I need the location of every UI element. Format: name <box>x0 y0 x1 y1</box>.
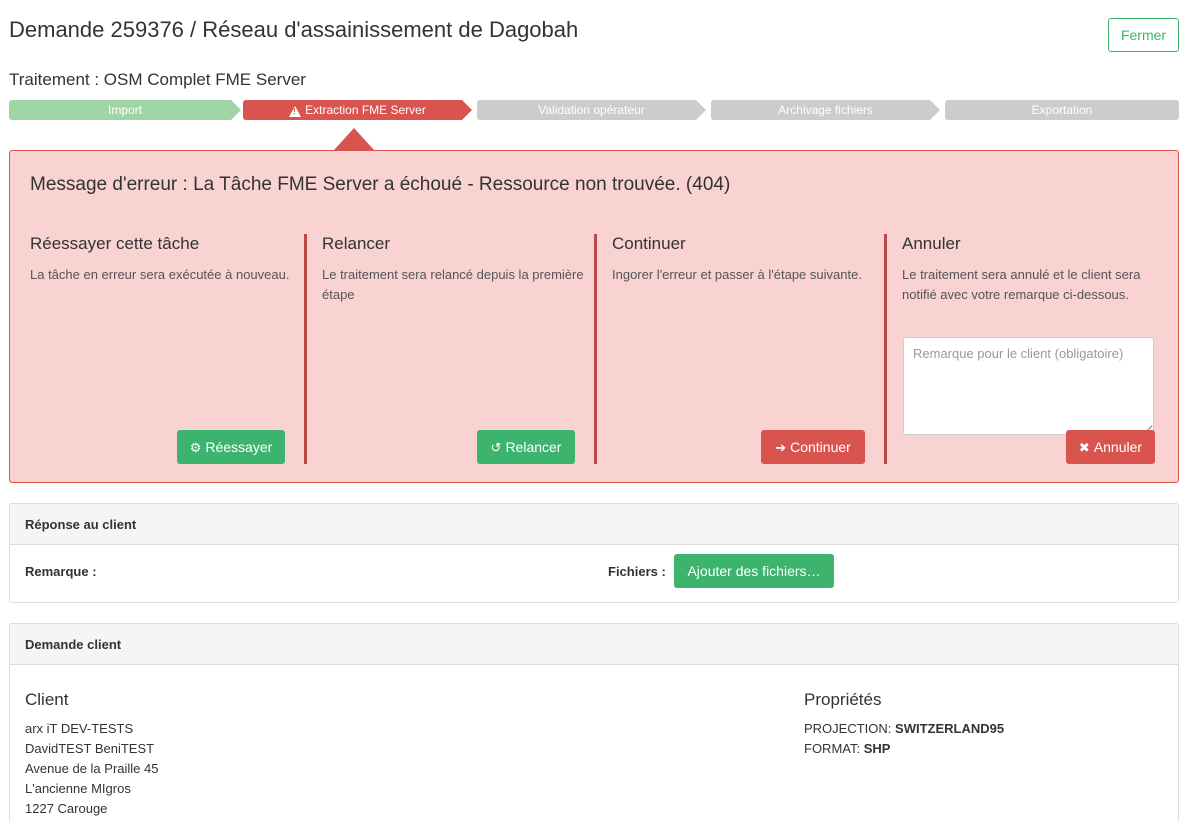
continue-button[interactable]: ➔ Continuer <box>761 430 865 464</box>
progress-steps: Import Extraction FME Server Validation … <box>9 100 1179 120</box>
current-step-pointer <box>334 128 374 150</box>
cancel-title: Annuler <box>902 234 961 253</box>
client-line: L'ancienne MIgros <box>25 781 131 796</box>
client-remark-input[interactable] <box>903 337 1154 435</box>
warning-icon <box>289 106 301 117</box>
property-projection: PROJECTION: SWITZERLAND95 <box>804 719 1004 739</box>
retry-button-label: Réessayer <box>205 439 273 455</box>
request-panel: Demande client Client arx iT DEV-TESTS D… <box>9 623 1179 821</box>
property-value: SWITZERLAND95 <box>895 721 1005 736</box>
divider <box>884 234 887 464</box>
cancel-button-label: Annuler <box>1093 439 1143 455</box>
divider <box>594 234 597 464</box>
step-label: Extraction FME Server <box>305 103 426 117</box>
cancel-button[interactable]: ✖ Annuler <box>1066 430 1155 464</box>
step-extraction: Extraction FME Server <box>243 100 472 120</box>
client-title: Client <box>25 690 69 709</box>
step-label: Archivage fichiers <box>778 103 873 117</box>
restart-button-label: Relancer <box>505 439 562 455</box>
continue-button-label: Continuer <box>790 439 851 455</box>
continue-description: Ingorer l'erreur et passer à l'étape sui… <box>612 267 862 282</box>
step-label: Import <box>107 103 142 117</box>
response-panel: Réponse au client Remarque : Fichiers : … <box>9 503 1179 603</box>
step-label: Validation opérateur <box>538 103 645 117</box>
divider <box>304 234 307 464</box>
step-import: Import <box>9 100 241 120</box>
files-label: Fichiers : <box>608 564 666 579</box>
response-heading: Réponse au client <box>10 504 1178 545</box>
property-key: FORMAT: <box>804 741 861 756</box>
property-value: SHP <box>863 741 891 756</box>
error-message: Message d'erreur : La Tâche FME Server a… <box>30 174 731 195</box>
restart-title: Relancer <box>322 234 391 253</box>
gear-icon: ⚙ <box>189 439 202 455</box>
arrow-right-icon: ➔ <box>775 439 787 455</box>
request-heading: Demande client <box>10 624 1178 665</box>
property-format: FORMAT: SHP <box>804 739 890 759</box>
step-archivage: Archivage fichiers <box>711 100 940 120</box>
error-panel: Message d'erreur : La Tâche FME Server a… <box>9 150 1179 483</box>
remark-label: Remarque : <box>25 564 97 579</box>
page-title: Demande 259376 / Réseau d'assainissement… <box>9 17 579 42</box>
add-files-button[interactable]: Ajouter des fichiers… <box>674 554 834 588</box>
client-line: DavidTEST BeniTEST <box>25 741 155 756</box>
step-exportation: Exportation <box>945 100 1179 120</box>
restart-button[interactable]: ↺ Relancer <box>477 430 575 464</box>
undo-icon: ↺ <box>490 439 502 455</box>
client-line: 1227 Carouge <box>25 801 108 816</box>
cancel-description: Le traitement sera annulé et le client s… <box>902 267 1141 302</box>
retry-title: Réessayer cette tâche <box>30 234 200 253</box>
client-line: Avenue de la Praille 45 <box>25 761 159 776</box>
property-key: PROJECTION: <box>804 721 892 736</box>
process-title: Traitement : OSM Complet FME Server <box>9 70 306 89</box>
properties-title: Propriétés <box>804 690 882 709</box>
restart-description: Le traitement sera relancé depuis la pre… <box>322 267 584 302</box>
continue-title: Continuer <box>612 234 686 253</box>
step-label: Exportation <box>1031 103 1093 117</box>
client-line: arx iT DEV-TESTS <box>25 721 134 736</box>
step-validation: Validation opérateur <box>477 100 706 120</box>
retry-description: La tâche en erreur sera exécutée à nouve… <box>30 267 290 282</box>
retry-button[interactable]: ⚙ Réessayer <box>177 430 285 464</box>
close-button[interactable]: Fermer <box>1108 18 1179 52</box>
close-icon: ✖ <box>1078 439 1090 455</box>
